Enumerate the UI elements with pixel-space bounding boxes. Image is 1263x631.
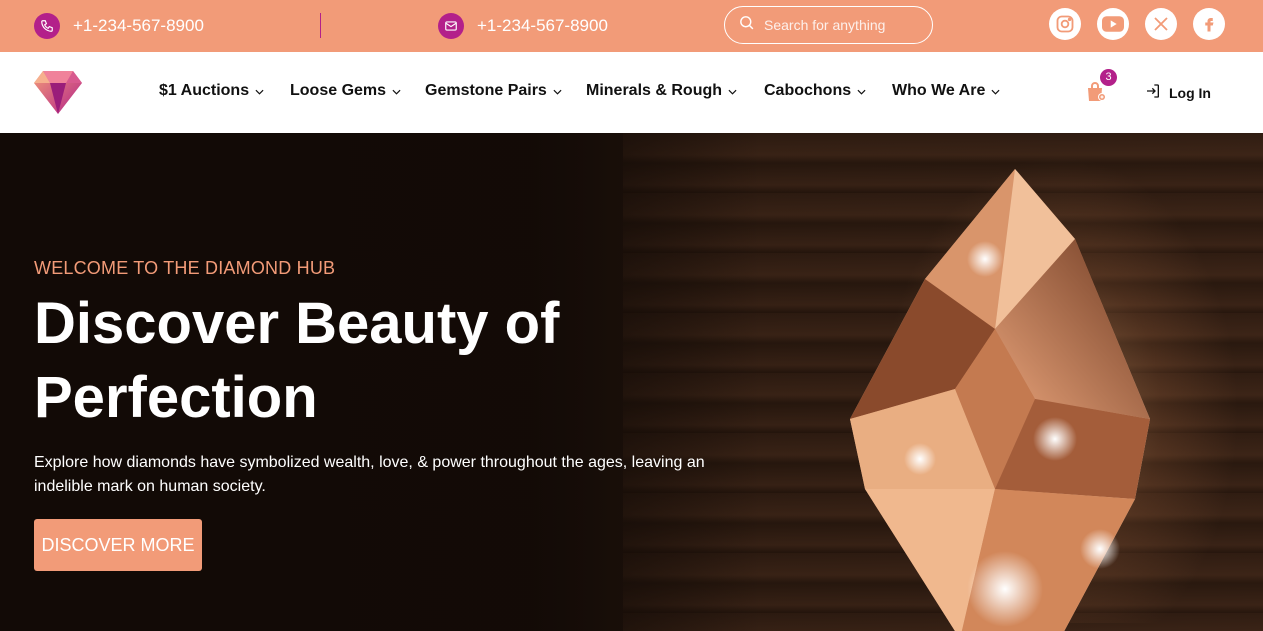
- login-label: Log In: [1169, 84, 1211, 101]
- nav-minerals-rough[interactable]: Minerals & Rough: [586, 82, 737, 100]
- diamond-logo[interactable]: [33, 69, 83, 115]
- nav-cabochons[interactable]: Cabochons: [764, 82, 866, 100]
- search-icon: [738, 14, 755, 36]
- diamond-image: [850, 169, 1150, 631]
- nav-who-we-are[interactable]: Who We Are: [892, 82, 1000, 100]
- phone-number: +1-234-567-8900: [73, 16, 204, 35]
- nav-label: $1 Auctions: [159, 82, 250, 99]
- chevron-down-icon: [255, 82, 264, 100]
- search-box[interactable]: [724, 6, 933, 44]
- login-link[interactable]: Log In: [1145, 83, 1211, 102]
- hero-banner: WELCOME TO THE DIAMOND HUB Discover Beau…: [0, 133, 1263, 631]
- nav-auctions[interactable]: $1 Auctions: [159, 82, 264, 100]
- nav-label: Loose Gems: [290, 82, 387, 99]
- top-bar: +1-234-567-8900 +1-234-567-8900: [0, 0, 1263, 52]
- chevron-down-icon: [991, 82, 1000, 100]
- hero-description: Explore how diamonds have symbolized wea…: [34, 454, 705, 495]
- nav-label: Who We Are: [892, 82, 986, 99]
- nav-gemstone-pairs[interactable]: Gemstone Pairs: [425, 82, 562, 100]
- discover-more-button[interactable]: DISCOVER MORE: [34, 519, 202, 571]
- nav-label: Gemstone Pairs: [425, 82, 547, 99]
- hero-headline: Discover Beauty of Perfection: [34, 291, 560, 430]
- chevron-down-icon: [392, 82, 401, 100]
- main-nav: $1 Auctions Loose Gems Gemstone Pairs Mi…: [0, 52, 1263, 133]
- phone-icon: [34, 13, 60, 39]
- youtube-icon[interactable]: [1097, 8, 1129, 40]
- phone-contact[interactable]: +1-234-567-8900: [34, 13, 204, 39]
- chevron-down-icon: [553, 82, 562, 100]
- mail-contact[interactable]: +1-234-567-8900: [438, 13, 608, 39]
- mail-text: +1-234-567-8900: [477, 16, 608, 35]
- instagram-icon[interactable]: [1049, 8, 1081, 40]
- chevron-down-icon: [728, 82, 737, 100]
- chevron-down-icon: [857, 82, 866, 100]
- nav-label: Minerals & Rough: [586, 82, 723, 99]
- nav-label: Cabochons: [764, 82, 852, 99]
- mail-icon: [438, 13, 464, 39]
- login-icon: [1145, 83, 1161, 102]
- nav-loose-gems[interactable]: Loose Gems: [290, 82, 401, 100]
- hero-kicker: WELCOME TO THE DIAMOND HUB: [34, 258, 336, 278]
- search-input[interactable]: [764, 17, 924, 33]
- cart-count-badge: 3: [1100, 69, 1117, 86]
- facebook-icon[interactable]: [1193, 8, 1225, 40]
- x-icon[interactable]: [1145, 8, 1177, 40]
- divider: [320, 13, 321, 38]
